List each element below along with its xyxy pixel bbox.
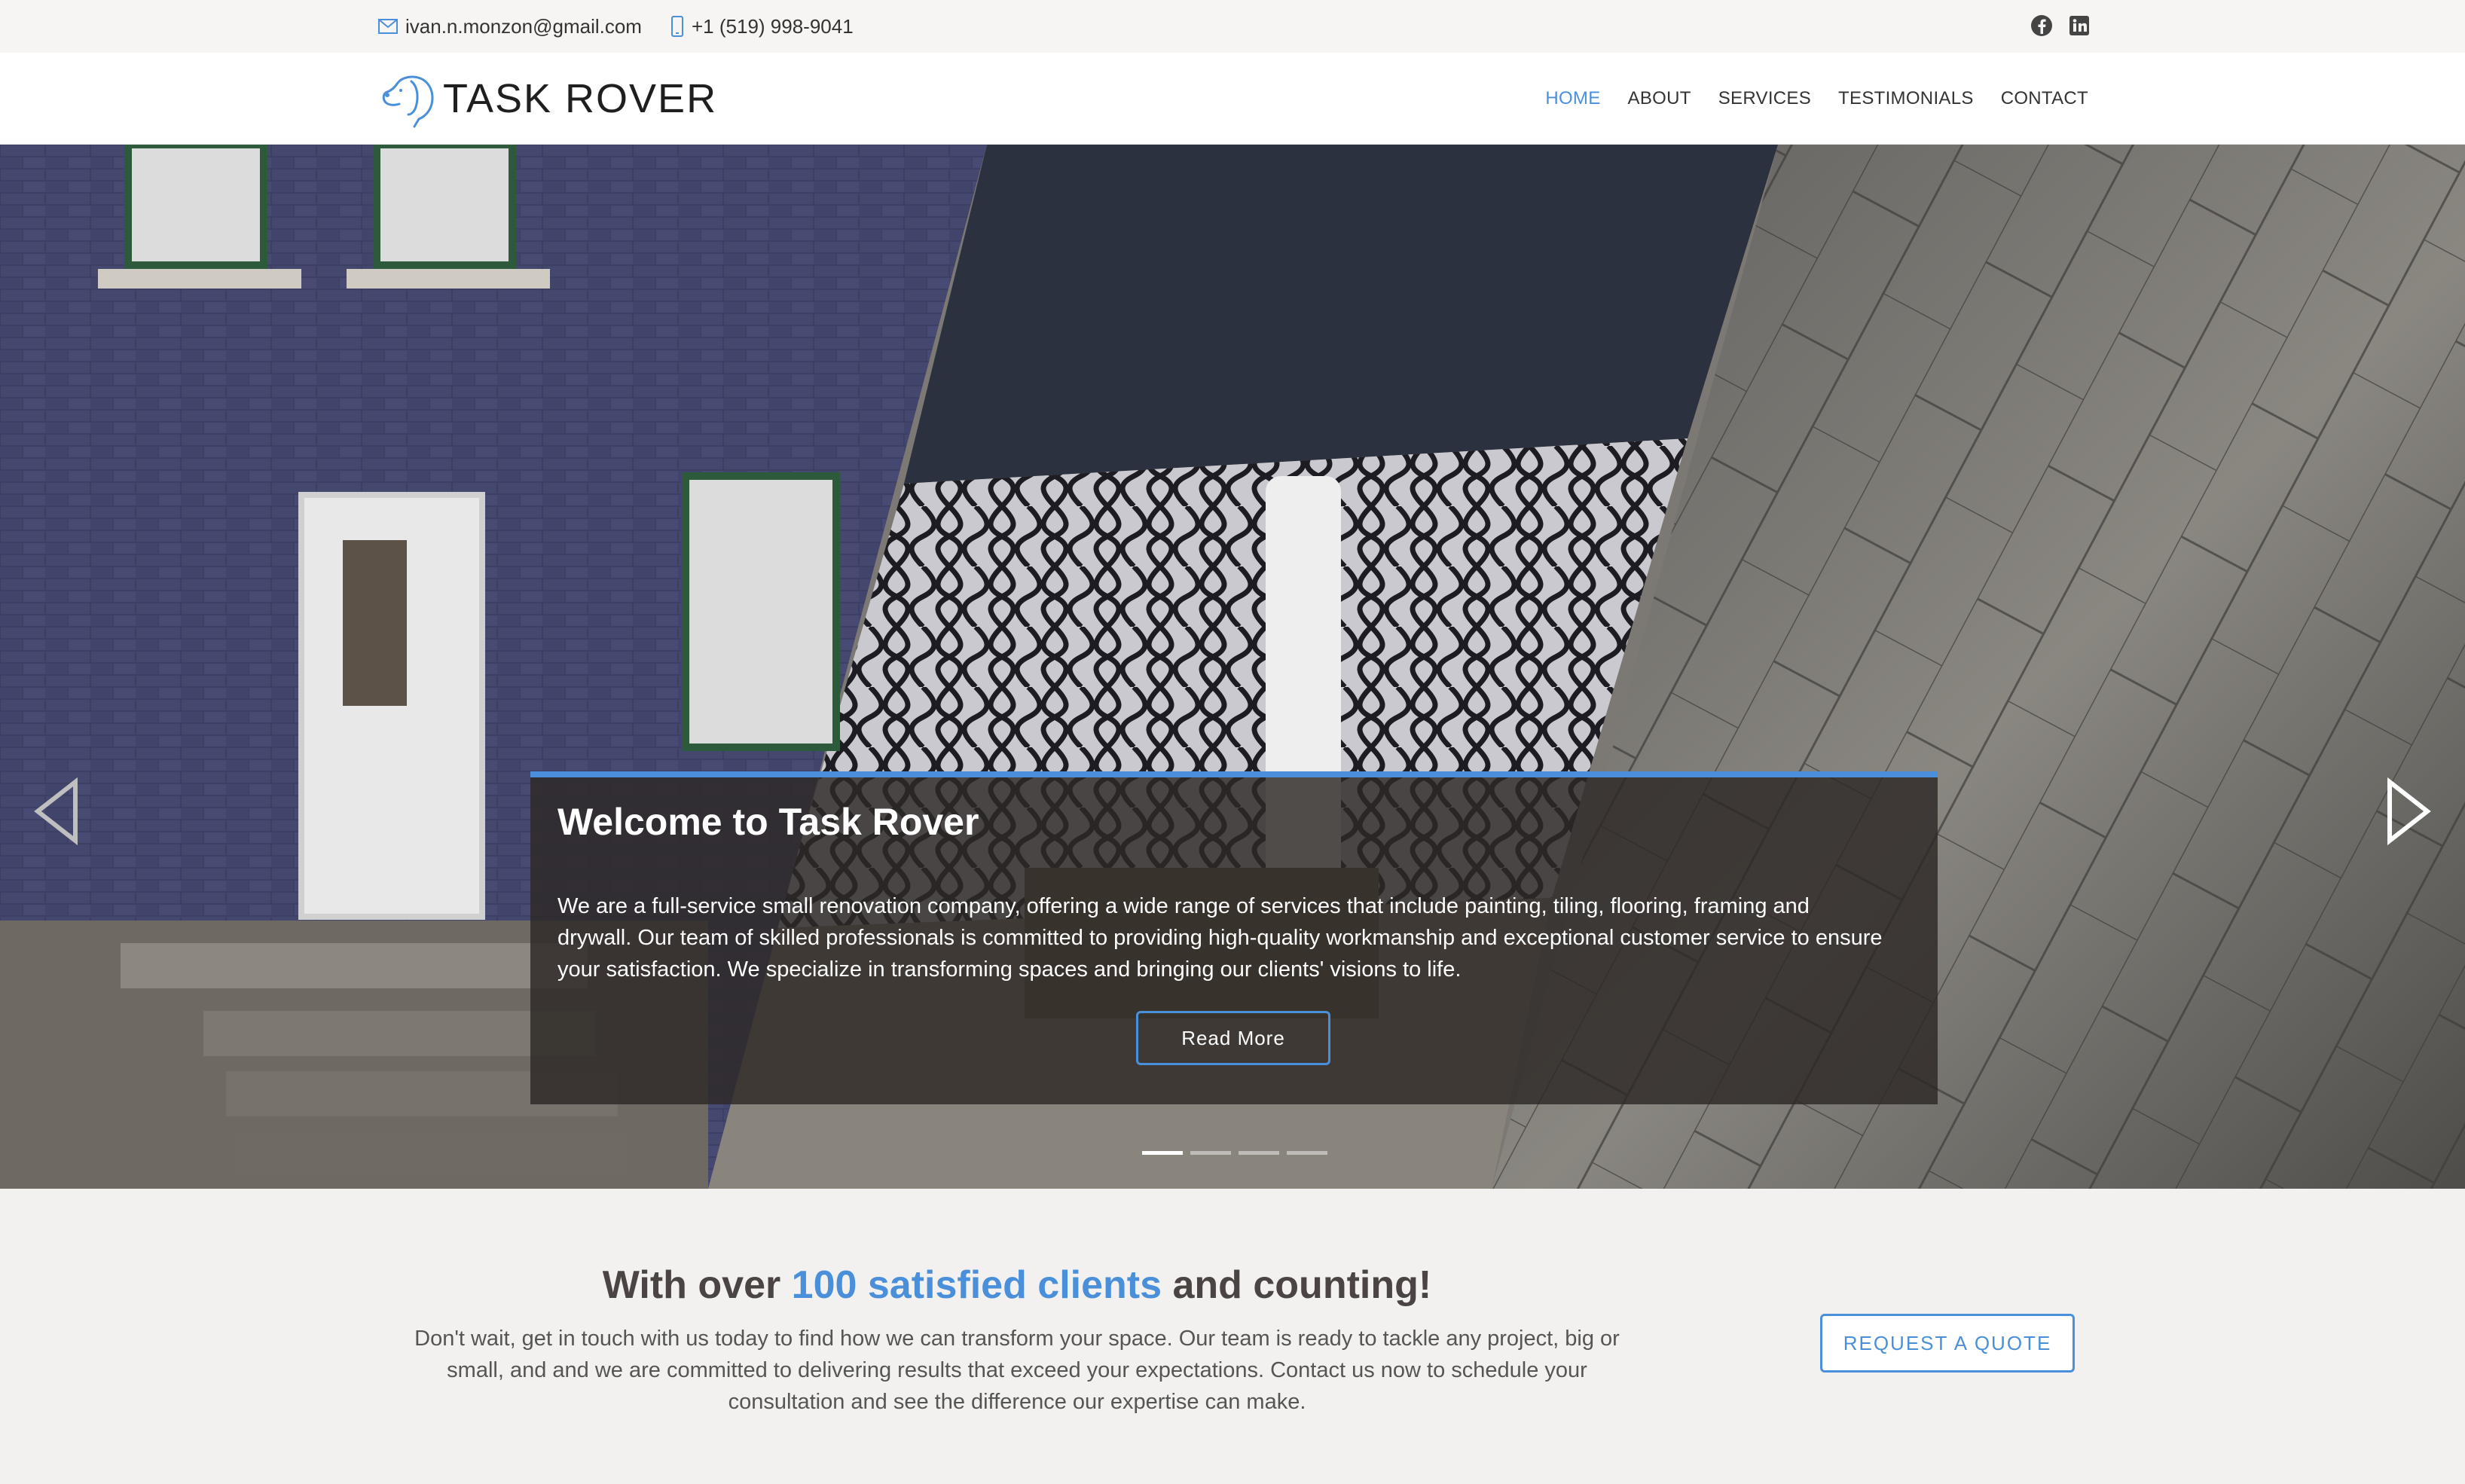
- phone-icon: [671, 16, 683, 37]
- phone-text: +1 (519) 998-9041: [692, 14, 854, 38]
- hero-slider: Welcome to Task Rover We are a full-serv…: [0, 145, 2465, 1189]
- hero-description: We are a full-service small renovation c…: [557, 894, 1883, 982]
- nav-testimonials[interactable]: TESTIMONIALS: [1838, 88, 1974, 109]
- logo-text: TASK ROVER: [443, 76, 718, 121]
- slider-pagination: [1142, 1151, 1327, 1155]
- cta-heading-after: and counting!: [1162, 1263, 1432, 1307]
- nav-home[interactable]: HOME: [1545, 88, 1600, 109]
- top-bar: ivan.n.monzon@gmail.com +1 (519) 998-904…: [0, 0, 2465, 53]
- linkedin-icon[interactable]: [2067, 14, 2091, 38]
- facebook-icon[interactable]: [2030, 14, 2054, 38]
- read-more-button[interactable]: Read More: [1136, 1011, 1330, 1065]
- cta-heading-before: With over: [602, 1263, 792, 1307]
- site-header: TASK ROVER HOME ABOUT SERVICES TESTIMONI…: [0, 53, 2465, 145]
- phone-contact[interactable]: +1 (519) 998-9041: [670, 0, 854, 53]
- request-quote-button[interactable]: REQUEST A QUOTE: [1820, 1314, 2075, 1373]
- hero-title: Welcome to Task Rover: [557, 801, 979, 843]
- cta-section: With over 100 satisfied clients and coun…: [0, 1189, 2465, 1484]
- email-text: ivan.n.monzon@gmail.com: [405, 14, 642, 38]
- email-contact[interactable]: ivan.n.monzon@gmail.com: [378, 0, 642, 53]
- nav-contact[interactable]: CONTACT: [2001, 88, 2088, 109]
- cta-heading-highlight: 100 satisfied clients: [791, 1263, 1162, 1307]
- logo[interactable]: TASK ROVER: [378, 69, 717, 128]
- dog-logo-icon: [382, 75, 434, 128]
- previous-slide-arrow-icon[interactable]: [30, 777, 83, 845]
- slide-dot-2[interactable]: [1190, 1151, 1231, 1155]
- nav-about[interactable]: ABOUT: [1628, 88, 1691, 109]
- next-slide-arrow-icon[interactable]: [2382, 777, 2435, 845]
- nav-services[interactable]: SERVICES: [1718, 88, 1811, 109]
- envelope-icon: [378, 19, 398, 34]
- slide-dot-1[interactable]: [1142, 1151, 1183, 1155]
- slide-dot-3[interactable]: [1239, 1151, 1279, 1155]
- cta-description: Don't wait, get in touch with us today t…: [414, 1327, 1620, 1414]
- slide-dot-4[interactable]: [1287, 1151, 1327, 1155]
- cta-heading: With over 100 satisfied clients and coun…: [399, 1263, 1635, 1308]
- main-nav: HOME ABOUT SERVICES TESTIMONIALS CONTACT: [1545, 53, 2088, 145]
- hero-caption: Welcome to Task Rover We are a full-serv…: [530, 771, 1938, 1104]
